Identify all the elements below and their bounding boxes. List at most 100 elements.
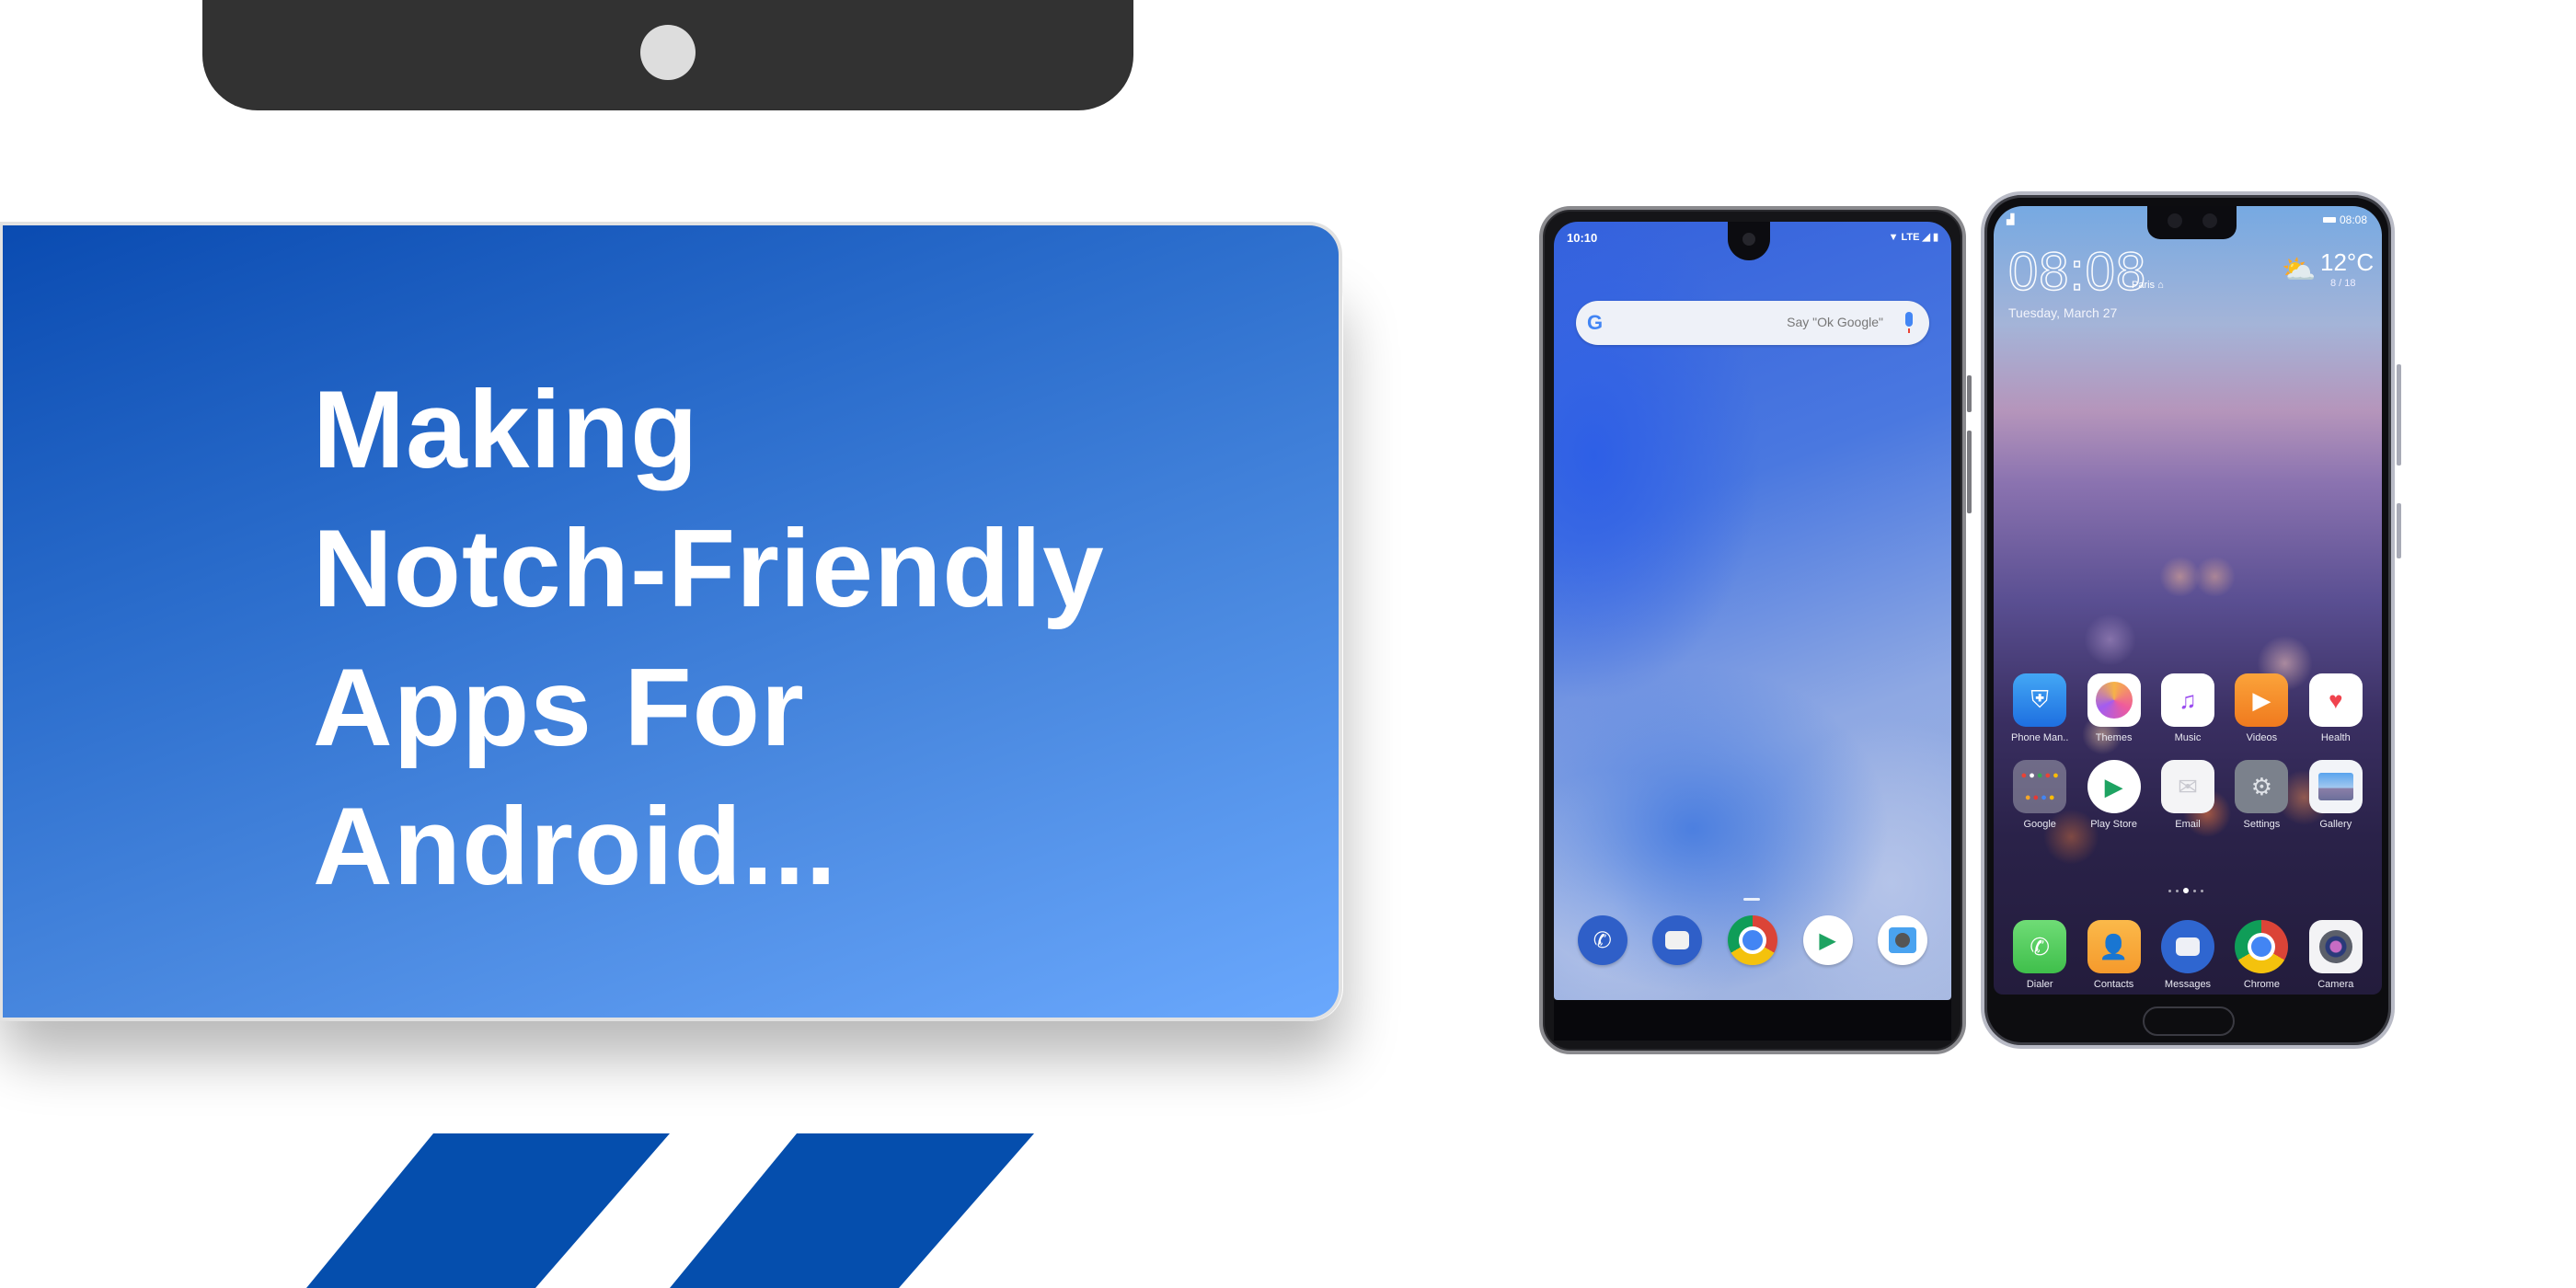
app-drawer-handle[interactable] xyxy=(1743,898,1760,901)
messages-icon xyxy=(2160,920,2214,973)
page-indicator xyxy=(2168,888,2203,893)
brush-icon xyxy=(2087,673,2141,727)
status-time: 08:08 xyxy=(2339,213,2367,226)
messages-icon[interactable] xyxy=(1652,915,1703,965)
app-themes[interactable]: Themes xyxy=(2076,673,2150,743)
app-camera[interactable]: Camera xyxy=(2299,920,2373,990)
page-dot[interactable] xyxy=(2193,889,2196,892)
mic-icon[interactable] xyxy=(1905,312,1913,333)
partly-cloudy-icon: ⛅ xyxy=(2282,255,2317,285)
power-button xyxy=(2397,503,2401,558)
chrome-icon xyxy=(2235,920,2289,973)
envelope-icon: ✉ xyxy=(2160,760,2214,813)
app-google-folder[interactable]: ● ● ● ● ● ● ● ● ● Google xyxy=(2003,760,2076,830)
camera-icon[interactable] xyxy=(1878,915,1928,965)
network-type: LTE xyxy=(1901,231,1920,243)
page-dot[interactable] xyxy=(2176,889,2179,892)
signal-icon: ▟ xyxy=(2007,214,2015,225)
teardrop-notch xyxy=(1728,222,1770,260)
app-grid: ⛨ Phone Man.. Themes ♫ Music ▶ Videos ♥ Heal… xyxy=(2003,673,2373,830)
app-email[interactable]: ✉ Email xyxy=(2151,760,2225,830)
shield-icon: ⛨ xyxy=(2013,673,2067,727)
app-label: Themes xyxy=(2095,732,2133,743)
app-music[interactable]: ♫ Music xyxy=(2151,673,2225,743)
google-logo-icon: G xyxy=(1587,311,1604,334)
temperature-range: 8 / 18 xyxy=(2330,278,2356,289)
app-label: Messages xyxy=(2164,979,2212,990)
city-label: Paris ⌂ xyxy=(2132,280,2164,291)
app-label: Camera xyxy=(2317,979,2354,990)
phone-icon: ✆ xyxy=(2013,920,2067,973)
dock: ✆ Dialer 👤 Contacts Messages Chrome Camera xyxy=(2003,920,2373,990)
app-label: Gallery xyxy=(2319,819,2352,830)
headline: Making Notch-Friendly Apps For Android..… xyxy=(313,361,1105,916)
app-chrome[interactable]: Chrome xyxy=(2225,920,2298,990)
app-label: Dialer xyxy=(2026,979,2053,990)
headline-line-1: Making xyxy=(313,368,699,491)
volume-button xyxy=(2397,364,2401,466)
decorative-stripes xyxy=(306,1133,1034,1288)
app-label: Google xyxy=(2023,819,2056,830)
page-dot[interactable] xyxy=(2168,889,2171,892)
app-label: Chrome xyxy=(2243,979,2280,990)
page-dot[interactable] xyxy=(2201,889,2203,892)
app-label: Settings xyxy=(2243,819,2281,830)
side-button xyxy=(1967,375,1972,412)
phone-right-screen: ▟ 08:08 08:08 Paris ⌂ Tuesday, March 27 … xyxy=(1994,206,2382,995)
chrome-icon[interactable] xyxy=(1727,915,1777,965)
app-play-store[interactable]: ▶ Play Store xyxy=(2076,760,2150,830)
app-label: Music xyxy=(2174,732,2202,743)
app-label: Email xyxy=(2175,819,2201,830)
status-icons: ▼ LTE ◢ ▮ xyxy=(1888,231,1938,244)
play-icon: ▶ xyxy=(2235,673,2289,727)
app-settings[interactable]: ⚙ Settings xyxy=(2225,760,2298,830)
home-button[interactable] xyxy=(2143,1006,2235,1036)
camera-icon xyxy=(2308,920,2363,973)
gear-icon: ⚙ xyxy=(2235,760,2289,813)
app-health[interactable]: ♥ Health xyxy=(2299,673,2373,743)
app-contacts[interactable]: 👤 Contacts xyxy=(2076,920,2150,990)
phone-left: 10:10 ▼ LTE ◢ ▮ G Say "Ok Google" ✆ ▶ xyxy=(1539,206,1972,1054)
battery-icon: ▮ xyxy=(1932,232,1938,243)
google-search-bar[interactable]: G Say "Ok Google" xyxy=(1576,301,1929,345)
signal-icon: ◢ xyxy=(1922,232,1930,243)
wide-notch xyxy=(2147,206,2237,239)
app-dialer[interactable]: ✆ Dialer xyxy=(2003,920,2076,990)
phone-right: ▟ 08:08 08:08 Paris ⌂ Tuesday, March 27 … xyxy=(1981,191,2401,1049)
stripe-2 xyxy=(670,1133,1034,1288)
app-label: Contacts xyxy=(2093,979,2134,990)
search-placeholder: Say "Ok Google" xyxy=(1787,315,1883,329)
app-phone-manager[interactable]: ⛨ Phone Man.. xyxy=(2003,673,2076,743)
battery-icon xyxy=(2322,217,2336,223)
front-sensor-icon xyxy=(2202,213,2217,228)
phone-left-screen: 10:10 ▼ LTE ◢ ▮ G Say "Ok Google" ✆ ▶ xyxy=(1554,222,1951,1000)
side-button xyxy=(1967,431,1972,513)
play-store-icon[interactable]: ▶ xyxy=(1802,915,1853,965)
app-label: Health xyxy=(2320,732,2351,743)
music-icon: ♫ xyxy=(2160,673,2214,727)
headline-line-3: Apps For xyxy=(313,646,805,769)
wifi-icon: ▼ xyxy=(1888,231,1899,243)
gallery-icon xyxy=(2308,760,2363,813)
front-camera-icon xyxy=(2168,213,2182,228)
contact-icon: 👤 xyxy=(2087,920,2141,973)
front-camera-icon xyxy=(1742,233,1755,246)
headline-line-2: Notch-Friendly xyxy=(313,507,1105,630)
stripe-1 xyxy=(306,1133,670,1288)
clock-widget[interactable]: 08:08 xyxy=(2007,241,2146,303)
status-time: 10:10 xyxy=(1567,231,1598,245)
city-name: Paris xyxy=(2132,280,2156,291)
page-dot-active[interactable] xyxy=(2183,888,2189,893)
status-right: 08:08 xyxy=(2322,213,2367,226)
notch-decoration xyxy=(202,0,1133,110)
app-videos[interactable]: ▶ Videos xyxy=(2225,673,2298,743)
app-label: Videos xyxy=(2246,732,2278,743)
app-gallery[interactable]: Gallery xyxy=(2299,760,2373,830)
app-messages[interactable]: Messages xyxy=(2151,920,2225,990)
phone-chin xyxy=(1554,1000,1951,1041)
notch-camera-dot xyxy=(640,25,696,80)
temperature: 12°C xyxy=(2320,248,2375,276)
phone-icon[interactable]: ✆ xyxy=(1577,915,1627,965)
app-label: Play Store xyxy=(2090,819,2137,830)
headline-line-4: Android... xyxy=(313,785,837,908)
